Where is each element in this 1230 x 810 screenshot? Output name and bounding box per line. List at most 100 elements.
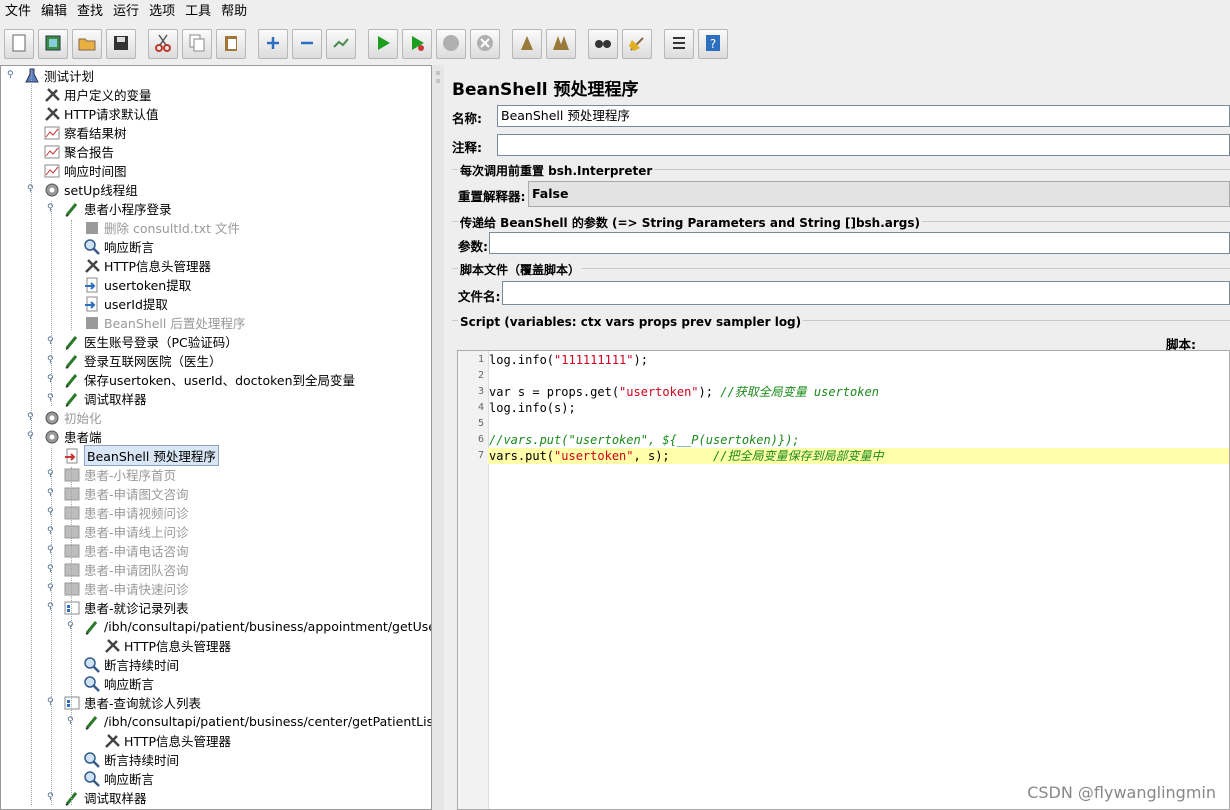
tree-node[interactable]: 断言持续时间 bbox=[83, 750, 179, 769]
tree-node[interactable]: 患者-申请视频问诊 bbox=[63, 503, 189, 522]
code-line[interactable]: log.info("111111111"); bbox=[488, 352, 1229, 368]
tree-node-label: 登录互联网医院（医生） bbox=[84, 354, 222, 369]
code-line[interactable]: vars.put("usertoken", s); //把全局变量保存到局部变量… bbox=[488, 448, 1229, 464]
code-line[interactable]: var s = props.get("usertoken"); //获取全局变量… bbox=[488, 384, 1229, 400]
search-icon bbox=[593, 33, 613, 56]
tree-node[interactable]: 聚合报告 bbox=[43, 142, 114, 161]
tree-node[interactable]: 调试取样器 bbox=[63, 389, 147, 408]
page-title: BeanShell 预处理程序 bbox=[452, 80, 639, 100]
code-line[interactable] bbox=[488, 416, 1229, 432]
tree-node[interactable]: 响应断言 bbox=[83, 237, 154, 256]
paste-button[interactable] bbox=[216, 29, 246, 59]
code-line[interactable] bbox=[488, 368, 1229, 384]
tree-node[interactable]: 保存usertoken、userId、doctoken到全局变量 bbox=[63, 370, 355, 389]
toggle-button[interactable] bbox=[326, 29, 356, 59]
shutdown-button[interactable] bbox=[470, 29, 500, 59]
tree-node[interactable]: 患者端 bbox=[43, 427, 102, 446]
expand-icon bbox=[263, 33, 283, 56]
new-button[interactable] bbox=[4, 29, 34, 59]
tree-node[interactable]: HTTP信息头管理器 bbox=[103, 731, 231, 750]
tree-node-label: 响应断言 bbox=[104, 677, 155, 692]
splitter-grip bbox=[436, 79, 440, 83]
start-no-pauses-button[interactable] bbox=[402, 29, 432, 59]
tree-node-label: 患者-申请线上问诊 bbox=[84, 525, 189, 540]
tree-node[interactable]: 患者-申请团队咨询 bbox=[63, 560, 189, 579]
code-line[interactable]: //vars.put("usertoken", ${__P(usertoken)… bbox=[488, 432, 1229, 448]
expand-button[interactable] bbox=[258, 29, 288, 59]
search-button[interactable] bbox=[588, 29, 618, 59]
menu-item[interactable]: 工具 bbox=[180, 0, 216, 24]
tree-node[interactable]: 患者-小程序首页 bbox=[63, 465, 176, 484]
gear-icon bbox=[43, 409, 61, 427]
tree-node[interactable]: 初始化 bbox=[43, 408, 102, 427]
tree-node[interactable]: setUp线程组 bbox=[43, 180, 138, 199]
tree-node[interactable]: HTTP信息头管理器 bbox=[103, 636, 231, 655]
menu-item[interactable]: 选项 bbox=[144, 0, 180, 24]
params-group-title: 传递给 BeanShell 的参数 (=> String Parameters … bbox=[458, 214, 923, 231]
test-plan-tree[interactable]: 测试计划 ⚲ 用户定义的变量 HTTP请求默认值 察看结果树聚合报告 响应时间图 setUp… bbox=[0, 65, 432, 810]
tree-node[interactable]: 患者小程序登录 bbox=[63, 199, 172, 218]
reset-search-icon bbox=[627, 33, 647, 56]
tree-node[interactable]: /ibh/consultapi/patient/business/center/… bbox=[83, 712, 431, 731]
comment-field[interactable] bbox=[497, 134, 1230, 156]
name-field[interactable]: BeanShell 预处理程序 bbox=[497, 105, 1230, 127]
open-button[interactable] bbox=[72, 29, 102, 59]
function-helper-button[interactable] bbox=[664, 29, 694, 59]
tree-node[interactable]: BeanShell 预处理程序 bbox=[63, 445, 219, 466]
file-field[interactable] bbox=[502, 281, 1230, 305]
collapse-button[interactable] bbox=[292, 29, 322, 59]
line-number: 2 bbox=[477, 370, 484, 381]
menu-item[interactable]: 查找 bbox=[72, 0, 108, 24]
tree-node[interactable]: 察看结果树 bbox=[43, 123, 127, 142]
save-button[interactable] bbox=[106, 29, 136, 59]
code-line[interactable]: log.info(s); bbox=[488, 400, 1229, 416]
tree-node-label: 聚合报告 bbox=[64, 145, 115, 160]
tree-node[interactable]: HTTP信息头管理器 bbox=[83, 256, 211, 275]
params-label: 参数: bbox=[458, 239, 488, 254]
stop-button[interactable] bbox=[436, 29, 466, 59]
tree-node[interactable]: userId提取 bbox=[83, 294, 168, 313]
tree-node[interactable]: BeanShell 后置处理程序 bbox=[83, 313, 245, 332]
templates-button[interactable] bbox=[38, 29, 68, 59]
controller-icon bbox=[63, 523, 81, 541]
clear-all-button[interactable] bbox=[546, 29, 576, 59]
copy-button[interactable] bbox=[182, 29, 212, 59]
tree-node[interactable]: 用户定义的变量 bbox=[43, 85, 152, 104]
tree-node-label: 患者-申请团队咨询 bbox=[84, 563, 189, 578]
menu-item[interactable]: 编辑 bbox=[36, 0, 72, 24]
tree-node[interactable]: 患者-申请线上问诊 bbox=[63, 522, 189, 541]
reset-search-button[interactable] bbox=[622, 29, 652, 59]
tree-node[interactable]: 调试取样器 bbox=[63, 788, 147, 807]
templates-icon bbox=[43, 33, 63, 56]
tree-node[interactable]: 患者-就诊记录列表 bbox=[63, 598, 189, 617]
tree-node[interactable]: 响应时间图 bbox=[43, 161, 127, 180]
tree-node[interactable]: 患者-申请快速问诊 bbox=[63, 579, 189, 598]
tree-node[interactable]: usertoken提取 bbox=[83, 275, 191, 294]
tree-node[interactable]: /ibh/consultapi/patient/business/appoint… bbox=[83, 617, 431, 636]
script-editor[interactable]: 1 2 3 4 5 6 7 log.info("111111111"); var s = pr… bbox=[457, 350, 1230, 810]
tree-node[interactable]: 响应断言 bbox=[83, 769, 154, 788]
help-button[interactable]: ? bbox=[698, 29, 728, 59]
tree-node[interactable]: 测试计划 bbox=[23, 66, 94, 85]
menu-item[interactable]: 帮助 bbox=[216, 0, 252, 24]
tree-node[interactable]: 患者-查询就诊人列表 bbox=[63, 693, 201, 712]
tree-node[interactable]: 医生账号登录（PC验证码） bbox=[63, 332, 238, 351]
tree-node[interactable]: 断言持续时间 bbox=[83, 655, 179, 674]
clear-button[interactable] bbox=[512, 29, 542, 59]
menu-item[interactable]: 文件 bbox=[0, 0, 36, 24]
config-icon bbox=[83, 257, 101, 275]
tree-node[interactable]: 登录互联网医院（医生） bbox=[63, 351, 222, 370]
tree-node[interactable]: HTTP请求默认值 bbox=[43, 104, 159, 123]
params-field[interactable] bbox=[489, 232, 1230, 254]
tree-node[interactable]: 响应断言 bbox=[83, 674, 154, 693]
reset-interpreter-select[interactable]: False bbox=[528, 181, 1230, 207]
tree-node[interactable]: 删除 consultId.txt 文件 bbox=[83, 218, 240, 237]
cut-button[interactable] bbox=[148, 29, 178, 59]
tree-node[interactable]: 患者-申请电话咨询 bbox=[63, 541, 189, 560]
start-button[interactable] bbox=[368, 29, 398, 59]
menu-item[interactable]: 运行 bbox=[108, 0, 144, 24]
tree-expand-handle[interactable]: ⚲ bbox=[7, 71, 15, 80]
menu-bar: 文件 编辑 查找 运行 选项 工具 帮助 bbox=[0, 0, 1230, 24]
tree-node[interactable]: 患者-申请图文咨询 bbox=[63, 484, 189, 503]
pane-splitter[interactable] bbox=[432, 65, 444, 810]
